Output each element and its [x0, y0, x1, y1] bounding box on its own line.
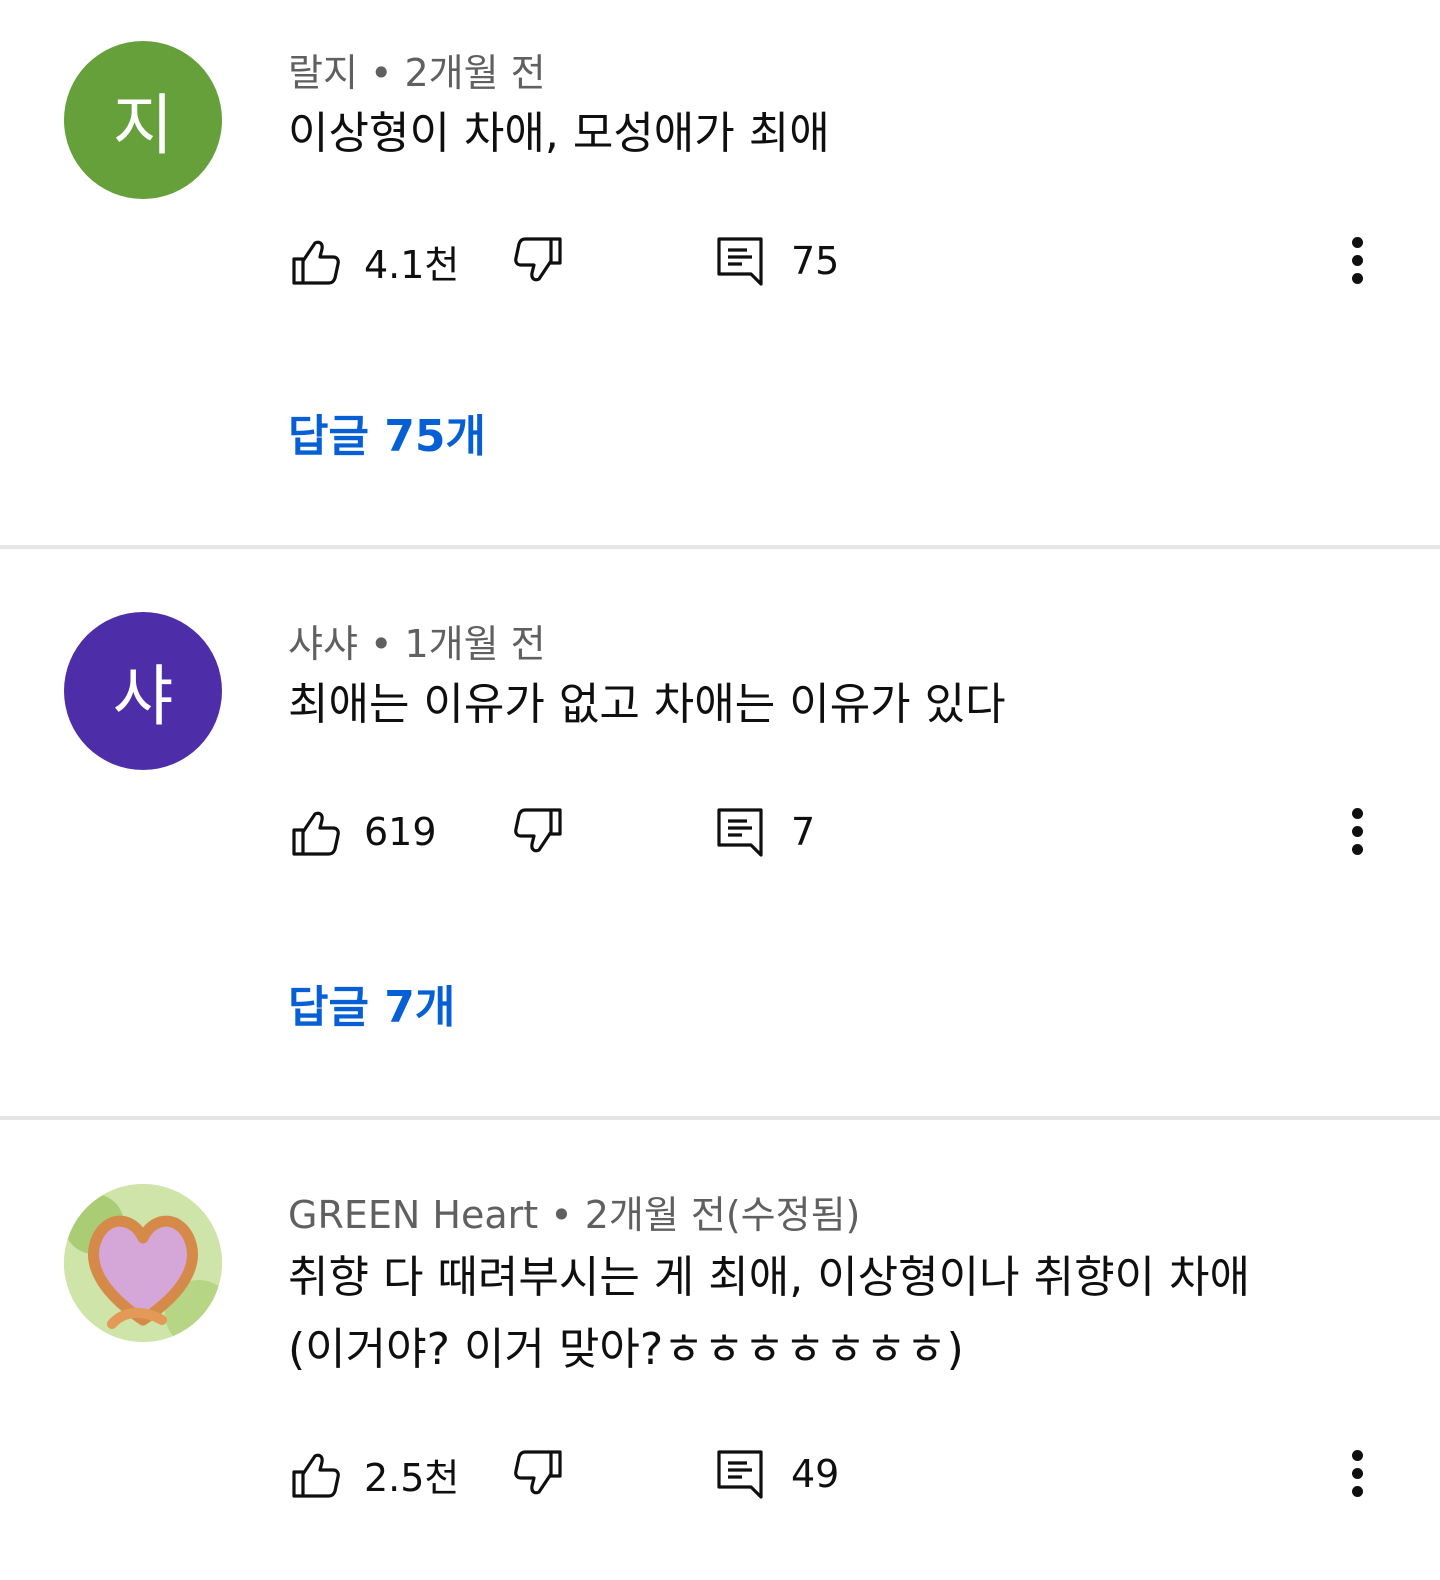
timestamp[interactable]: 2개월 전(수정됨)	[585, 1193, 861, 1237]
more-options-icon[interactable]	[1345, 802, 1371, 862]
meta-separator: •	[538, 1193, 585, 1237]
comment-actions: 2.5천 49	[288, 1444, 1378, 1504]
comment-meta: 샤샤 • 1개월 전	[288, 613, 546, 668]
view-replies-button[interactable]: 답글 75개	[288, 400, 486, 464]
like-button[interactable]: 4.1천	[288, 231, 459, 291]
dislike-icon	[512, 1447, 566, 1501]
timestamp[interactable]: 2개월 전	[405, 51, 546, 95]
avatar-letter: 지	[112, 87, 174, 164]
comment-actions: 619 7	[288, 802, 1378, 862]
more-options-icon[interactable]	[1345, 1444, 1371, 1504]
like-icon	[288, 805, 342, 859]
view-replies-button[interactable]: 답글 7개	[288, 971, 455, 1035]
reply-button[interactable]: 49	[715, 1444, 839, 1504]
reply-count: 75	[791, 239, 840, 283]
reply-icon	[715, 234, 769, 288]
dislike-icon	[512, 805, 566, 859]
reply-button[interactable]: 75	[715, 231, 839, 291]
comment-text: 최애는 이유가 없고 차애는 이유가 있다	[288, 679, 1006, 730]
meta-separator: •	[357, 51, 405, 95]
more-options-icon[interactable]	[1345, 231, 1371, 291]
reply-button[interactable]: 7	[715, 802, 815, 862]
comment-meta: 랄지 • 2개월 전	[288, 42, 546, 97]
comment-meta: GREEN Heart • 2개월 전(수정됨)	[288, 1184, 860, 1239]
like-count: 619	[364, 810, 437, 854]
reply-icon	[715, 805, 769, 859]
timestamp[interactable]: 1개월 전	[405, 622, 546, 666]
avatar[interactable]	[64, 1184, 222, 1342]
meta-separator: •	[357, 622, 405, 666]
comment-text: 이상형이 차애, 모성애가 최애	[288, 108, 830, 159]
divider	[0, 545, 1440, 549]
dislike-button[interactable]	[512, 802, 566, 862]
avatar[interactable]: 지	[64, 41, 222, 199]
heart-hands-photo	[64, 1184, 222, 1342]
author-name[interactable]: GREEN Heart	[288, 1193, 538, 1237]
like-icon	[288, 234, 342, 288]
reply-count: 7	[791, 810, 816, 854]
dislike-icon	[512, 234, 566, 288]
divider	[0, 1116, 1440, 1120]
avatar[interactable]: 샤	[64, 612, 222, 770]
comment-actions: 4.1천 75	[288, 231, 1378, 291]
reply-icon	[715, 1447, 769, 1501]
comment-text: 취향 다 때려부시는 게 최애, 이상형이나 취향이 차애 (이거야? 이거 맞…	[288, 1252, 1250, 1375]
like-count: 4.1천	[364, 242, 460, 287]
dislike-button[interactable]	[512, 231, 566, 291]
author-name[interactable]: 샤샤	[288, 622, 358, 666]
author-name[interactable]: 랄지	[288, 51, 358, 95]
like-icon	[288, 1447, 342, 1501]
avatar-letter: 샤	[112, 658, 174, 735]
like-count: 2.5천	[364, 1455, 460, 1500]
dislike-button[interactable]	[512, 1444, 566, 1504]
like-button[interactable]: 2.5천	[288, 1444, 459, 1504]
reply-count: 49	[791, 1452, 840, 1496]
like-button[interactable]: 619	[288, 802, 437, 862]
